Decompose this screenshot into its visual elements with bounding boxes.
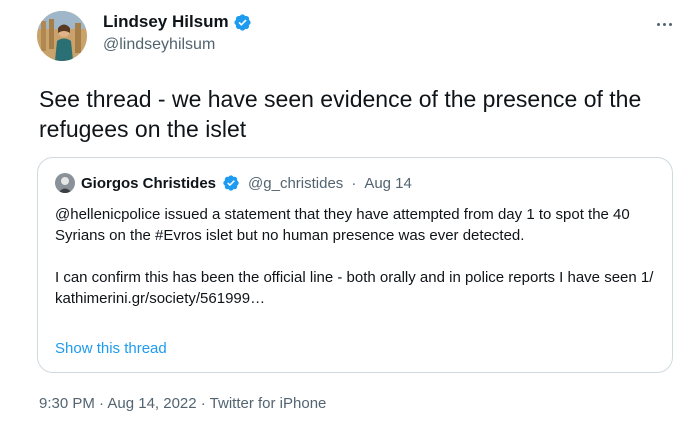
tweet-text: See thread - we have seen evidence of th… xyxy=(39,86,642,142)
verified-badge-icon xyxy=(223,175,239,191)
meta-separator: · xyxy=(351,174,357,192)
quoted-header: Giorgos Christides @g_christides · Aug 1… xyxy=(55,173,412,193)
show-thread-link[interactable]: Show this thread xyxy=(55,340,167,357)
quoted-text: @hellenicpolice issued a statement that … xyxy=(55,204,655,309)
quoted-display-name[interactable]: Giorgos Christides xyxy=(81,175,216,192)
quoted-link[interactable]: kathimerini.gr/society/561999… xyxy=(55,288,655,309)
tweet-timestamp[interactable]: 9:30 PM · Aug 14, 2022 · Twitter for iPh… xyxy=(39,395,326,412)
author-handle[interactable]: @lindseyhilsum xyxy=(103,36,252,54)
quoted-paragraph-1: @hellenicpolice issued a statement that … xyxy=(55,206,630,244)
author-avatar[interactable] xyxy=(37,11,87,61)
more-options-icon[interactable] xyxy=(652,16,676,32)
quoted-avatar[interactable] xyxy=(55,173,75,193)
quoted-tweet[interactable]: Giorgos Christides @g_christides · Aug 1… xyxy=(37,157,673,373)
tweet: Lindsey Hilsum @lindseyhilsum See thread… xyxy=(0,0,690,432)
quoted-paragraph-2: I can confirm this has been the official… xyxy=(55,269,654,286)
quoted-date[interactable]: Aug 14 xyxy=(364,175,412,192)
verified-badge-icon xyxy=(234,13,251,31)
quoted-handle[interactable]: @g_christides xyxy=(248,175,343,192)
author-display-name[interactable]: Lindsey Hilsum xyxy=(103,12,229,32)
author-info: Lindsey Hilsum @lindseyhilsum xyxy=(103,12,252,54)
